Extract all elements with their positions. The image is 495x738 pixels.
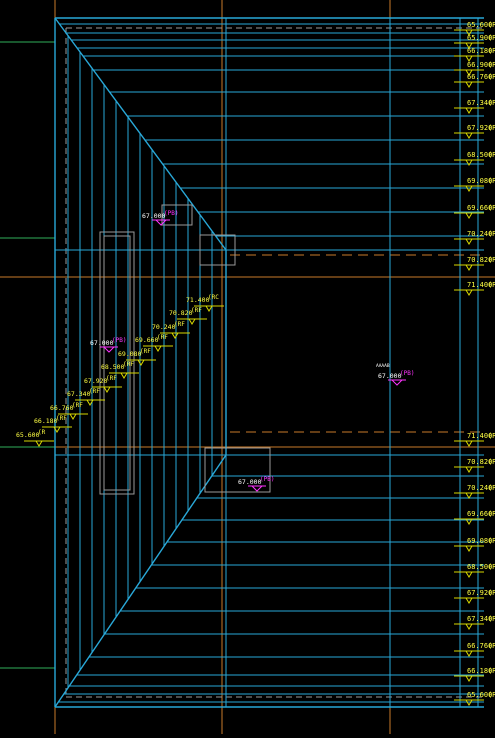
right-level-suffix: (R (488, 458, 495, 466)
level-tag: (PB) (164, 210, 178, 217)
right-level-suffix: (R (488, 589, 495, 597)
step-level-value: 66.180 (34, 417, 58, 425)
step-level-value: 66.760 (50, 404, 74, 412)
step-level-suffix: (RF (157, 334, 168, 341)
right-level-suffix: (R (488, 21, 495, 29)
step-level-suffix: (RF (72, 402, 83, 409)
step-level-value: 69.660 (135, 336, 159, 344)
step-level-suffix: (R (38, 429, 46, 436)
level-tag: (PB) (112, 337, 126, 344)
right-level-suffix: (R (488, 484, 495, 492)
step-level-value: 67.920 (84, 377, 108, 385)
step-level-suffix: (RF (174, 321, 185, 328)
step-level-value: 65.600 (16, 431, 40, 439)
level-value: 67.000 (142, 212, 166, 220)
right-level-suffix: (R (488, 151, 495, 159)
step-level-suffix: (RC (208, 294, 219, 301)
step-level-value: 71.400 (186, 296, 210, 304)
right-level-suffix: (R (488, 642, 495, 650)
canvas-background (0, 0, 495, 734)
step-level-value: 68.500 (101, 363, 125, 371)
step-level-suffix: (RF (56, 415, 67, 422)
right-level-suffix: (R (488, 99, 495, 107)
right-level-suffix: (R (488, 563, 495, 571)
right-level-suffix: (R (488, 61, 495, 69)
right-level-suffix: (R (488, 73, 495, 81)
step-level-value: 70.240 (152, 323, 176, 331)
right-level-suffix: (R (488, 34, 495, 42)
cad-drawing-viewport[interactable]: 65.600 (R 65.900 (R 66.180 (R 66.900 (R 66.760 (R… (0, 0, 495, 734)
step-level-suffix: (RF (140, 348, 151, 355)
right-level-suffix: (R (488, 124, 495, 132)
step-level-value: 70.820 (169, 309, 193, 317)
level-tag: (PB) (400, 370, 414, 377)
right-level-suffix: (R (488, 204, 495, 212)
step-level-suffix: (RF (106, 375, 117, 382)
right-level-suffix: (R (488, 256, 495, 264)
small-note-text: AAAAB (376, 363, 390, 369)
right-level-suffix: (R (488, 230, 495, 238)
right-level-suffix: (R (488, 691, 495, 699)
level-tag: (PB) (260, 476, 274, 483)
level-value: 67.000 (238, 478, 262, 486)
level-value: 67.000 (378, 372, 402, 380)
right-level-suffix: (R (488, 281, 495, 289)
right-level-suffix: (R (488, 537, 495, 545)
step-level-value: 67.340 (67, 390, 91, 398)
right-level-suffix: (R (488, 510, 495, 518)
right-level-suffix: (R (488, 47, 495, 55)
right-level-suffix: (R (488, 177, 495, 185)
right-level-suffix: (R (488, 615, 495, 623)
step-level-suffix: (RF (89, 388, 100, 395)
right-level-suffix: (R (488, 667, 495, 675)
step-level-value: 69.080 (118, 350, 142, 358)
right-level-suffix: (R (488, 432, 495, 440)
step-level-suffix: (RF (191, 307, 202, 314)
step-level-suffix: (RF (123, 361, 134, 368)
level-value: 67.000 (90, 339, 114, 347)
roof-plan-drawing[interactable]: 65.600(R65.900(R66.180(R66.900(R66.760(R… (0, 0, 495, 734)
